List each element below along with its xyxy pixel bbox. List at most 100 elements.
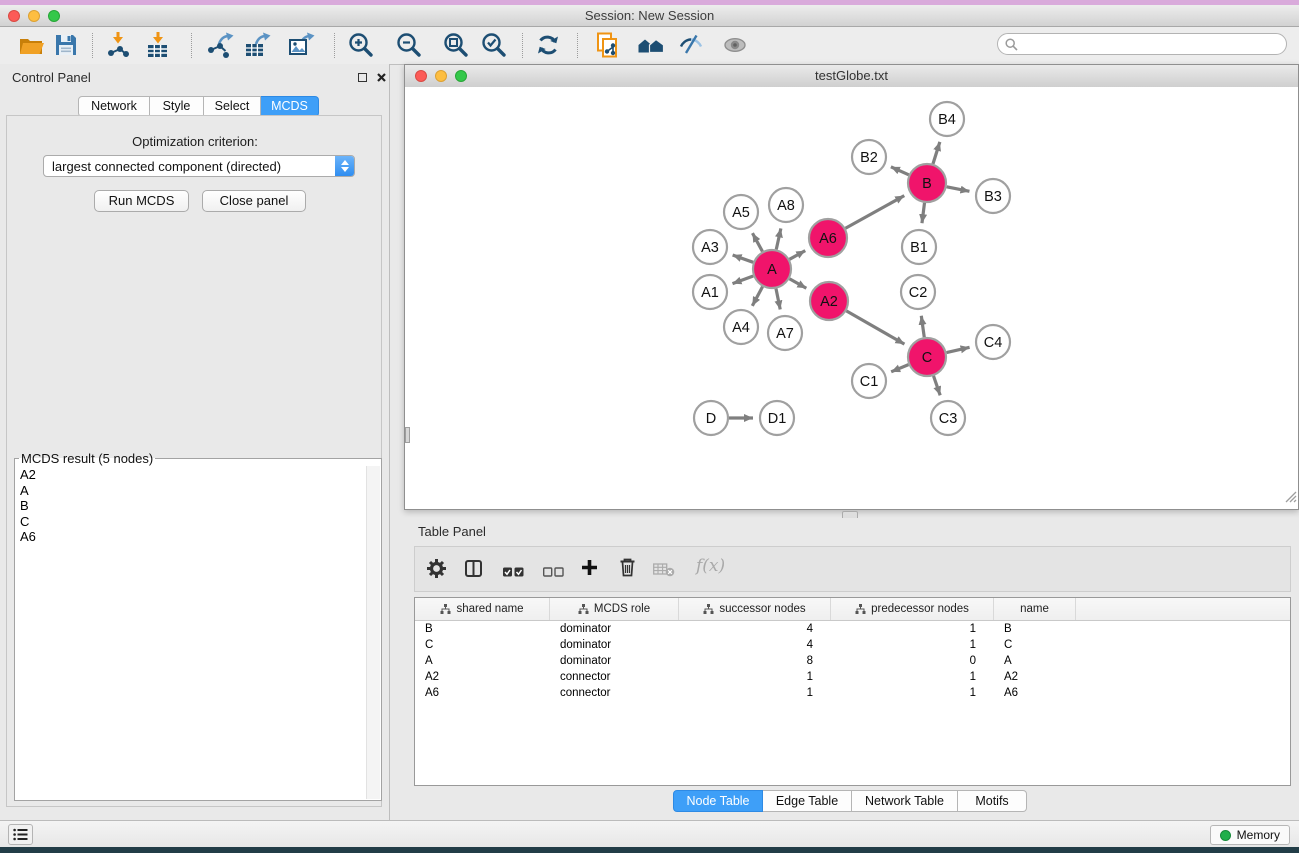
graph-edge[interactable] xyxy=(752,233,762,251)
tab-network[interactable]: Network xyxy=(78,96,150,117)
graph-node-B4[interactable]: B4 xyxy=(930,102,964,136)
tab-edge-table[interactable]: Edge Table xyxy=(763,790,852,812)
graph-edge[interactable] xyxy=(922,203,925,223)
table-row[interactable]: Bdominator41B xyxy=(415,621,1290,637)
graph-edge[interactable] xyxy=(776,289,780,310)
import-network-icon[interactable] xyxy=(104,31,132,59)
graph-node-C3[interactable]: C3 xyxy=(931,401,965,435)
graph-edge[interactable] xyxy=(846,311,904,344)
table-row[interactable]: Cdominator41C xyxy=(415,637,1290,653)
table-cell[interactable]: A xyxy=(415,655,550,667)
show-graphics-details-icon[interactable] xyxy=(721,31,749,59)
result-item[interactable]: A6 xyxy=(20,529,366,545)
table-cell[interactable]: C xyxy=(415,639,550,651)
zoom-in-icon[interactable] xyxy=(347,31,375,59)
graph-edge[interactable] xyxy=(789,279,806,288)
result-item[interactable]: A xyxy=(20,483,366,499)
graph-node-C1[interactable]: C1 xyxy=(852,364,886,398)
table-cell[interactable]: A6 xyxy=(994,687,1076,699)
graph-node-A4[interactable]: A4 xyxy=(724,310,758,344)
graph-edge[interactable] xyxy=(789,251,805,260)
network-overview-icon[interactable] xyxy=(594,31,622,59)
graph-node-A7[interactable]: A7 xyxy=(768,316,802,350)
zoom-out-icon[interactable] xyxy=(395,31,423,59)
tab-node-table[interactable]: Node Table xyxy=(673,790,763,812)
graph-node-A8[interactable]: A8 xyxy=(769,188,803,222)
table-cell[interactable]: B xyxy=(415,623,550,635)
tab-mcds[interactable]: MCDS xyxy=(261,96,319,117)
graph-node-A1[interactable]: A1 xyxy=(693,275,727,309)
zoom-selected-icon[interactable] xyxy=(480,31,508,59)
column-header[interactable]: successor nodes xyxy=(679,598,831,620)
table-cell[interactable]: 0 xyxy=(831,655,994,667)
show-columns-icon[interactable] xyxy=(464,559,483,583)
import-table-icon[interactable] xyxy=(144,31,172,59)
column-header[interactable]: predecessor nodes xyxy=(831,598,994,620)
graph-node-A3[interactable]: A3 xyxy=(693,230,727,264)
table-cell[interactable]: C xyxy=(994,639,1076,651)
graph-node-B3[interactable]: B3 xyxy=(976,179,1010,213)
table-cell[interactable]: 1 xyxy=(831,639,994,651)
export-image-icon[interactable] xyxy=(287,31,315,59)
table-cell[interactable]: dominator xyxy=(550,623,679,635)
zoom-window-button[interactable] xyxy=(48,10,60,22)
memory-button[interactable]: Memory xyxy=(1210,825,1290,845)
graph-edge[interactable] xyxy=(891,167,909,175)
table-cell[interactable]: dominator xyxy=(550,655,679,667)
close-view-button[interactable] xyxy=(415,70,427,82)
export-table-icon[interactable] xyxy=(243,31,271,59)
select-all-icon[interactable] xyxy=(503,564,524,582)
minimize-view-button[interactable] xyxy=(435,70,447,82)
save-session-icon[interactable] xyxy=(52,31,80,59)
open-session-icon[interactable] xyxy=(17,31,45,59)
result-item[interactable]: B xyxy=(20,498,366,514)
graph-edge[interactable] xyxy=(733,276,754,284)
table-cell[interactable]: B xyxy=(994,623,1076,635)
graph-node-B[interactable]: B xyxy=(908,164,946,202)
table-cell[interactable]: connector xyxy=(550,687,679,699)
close-panel-button[interactable]: Close panel xyxy=(202,190,306,212)
column-header[interactable]: name xyxy=(994,598,1076,620)
tab-network-table[interactable]: Network Table xyxy=(852,790,958,812)
graph-node-D[interactable]: D xyxy=(694,401,728,435)
graph-node-C[interactable]: C xyxy=(908,338,946,376)
graph-node-C4[interactable]: C4 xyxy=(976,325,1010,359)
table-cell[interactable]: 1 xyxy=(679,687,831,699)
table-row[interactable]: A6connector11A6 xyxy=(415,685,1290,701)
graph-edge[interactable] xyxy=(891,365,908,372)
criterion-select[interactable]: largest connected component (directed) xyxy=(43,155,355,177)
table-cell[interactable]: A6 xyxy=(415,687,550,699)
search-input[interactable] xyxy=(1022,35,1286,53)
delete-column-trash-icon[interactable] xyxy=(619,557,636,582)
add-column-icon[interactable] xyxy=(581,559,598,581)
graph-node-C2[interactable]: C2 xyxy=(901,275,935,309)
column-header[interactable]: MCDS role xyxy=(550,598,679,620)
network-canvas[interactable]: B4B2BB3A8A5A6B1A3AA1C2A2A4A7C4CC1C3DD1 xyxy=(405,87,1298,509)
graph-edge[interactable] xyxy=(934,376,941,395)
graph-node-A[interactable]: A xyxy=(753,250,791,288)
split-handle-icon[interactable] xyxy=(405,427,410,443)
table-cell[interactable]: 1 xyxy=(679,671,831,683)
graph-node-D1[interactable]: D1 xyxy=(760,401,794,435)
result-item[interactable]: C xyxy=(20,514,366,530)
table-cell[interactable]: 4 xyxy=(679,639,831,651)
zoom-fit-icon[interactable] xyxy=(442,31,470,59)
zoom-view-button[interactable] xyxy=(455,70,467,82)
resize-grip-icon[interactable] xyxy=(1284,490,1297,508)
graph-edge[interactable] xyxy=(921,316,924,337)
tab-motifs[interactable]: Motifs xyxy=(958,790,1027,812)
table-settings-gear-icon[interactable] xyxy=(427,559,446,583)
hide-graphics-details-icon[interactable] xyxy=(677,31,705,59)
task-history-button[interactable] xyxy=(8,824,33,845)
home-icon[interactable] xyxy=(637,31,665,59)
deselect-all-icon[interactable] xyxy=(543,564,564,582)
table-cell[interactable]: dominator xyxy=(550,639,679,651)
close-panel-icon[interactable] xyxy=(376,72,387,83)
graph-edge[interactable] xyxy=(776,228,781,249)
minimize-window-button[interactable] xyxy=(28,10,40,22)
close-window-button[interactable] xyxy=(8,10,20,22)
tab-select[interactable]: Select xyxy=(204,96,261,117)
table-cell[interactable]: A xyxy=(994,655,1076,667)
table-cell[interactable]: connector xyxy=(550,671,679,683)
graph-node-A5[interactable]: A5 xyxy=(724,195,758,229)
